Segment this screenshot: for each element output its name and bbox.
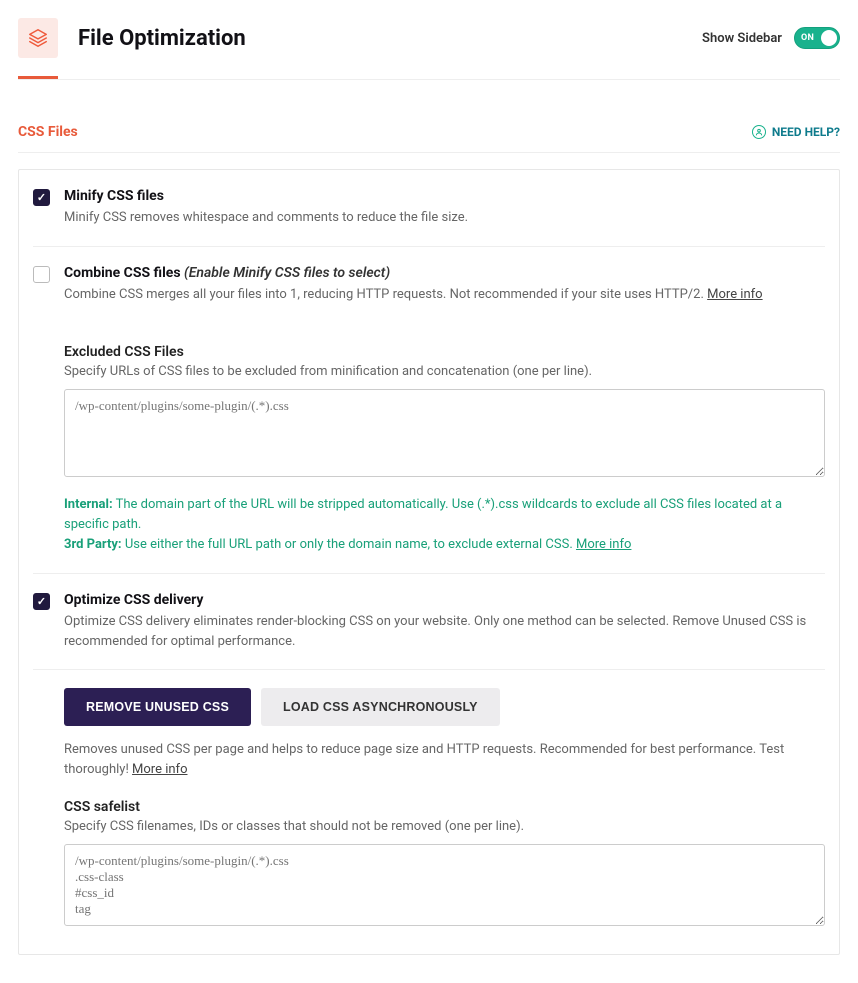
excluded-css-block: Excluded CSS Files Specify URLs of CSS f… [64,344,825,555]
excluded-more-info-link[interactable]: More info [576,537,631,552]
safelist-label: CSS safelist [64,799,825,815]
minify-css-title: Minify CSS files [64,188,825,204]
minify-css-checkbox[interactable] [33,189,50,206]
note-3rd-text: Use either the full URL path or only the… [122,537,576,552]
optimize-css-content: Optimize CSS delivery Optimize CSS deliv… [64,592,825,651]
need-help-label: NEED HELP? [772,125,840,139]
toggle-knob [821,30,837,46]
combine-css-title-suffix: (Enable Minify CSS files to select) [184,265,390,281]
combine-css-desc: Combine CSS merges all your files into 1… [64,285,825,305]
optimize-buttons: REMOVE UNUSED CSS LOAD CSS ASYNCHRONOUSL… [64,688,825,726]
combine-css-title-wrap: Combine CSS files (Enable Minify CSS fil… [64,265,825,281]
combine-css-row: Combine CSS files (Enable Minify CSS fil… [33,247,825,575]
header-left: File Optimization [18,18,246,58]
page-header: File Optimization Show Sidebar ON [18,18,840,58]
show-sidebar-label: Show Sidebar [702,31,782,46]
combine-css-checkbox[interactable] [33,266,50,283]
combine-css-title: Combine CSS files [64,265,181,281]
css-files-panel: Minify CSS files Minify CSS removes whit… [18,169,840,955]
optimize-css-sub: REMOVE UNUSED CSS LOAD CSS ASYNCHRONOUSL… [64,688,825,930]
excluded-css-label: Excluded CSS Files [64,344,825,360]
optimize-css-title: Optimize CSS delivery [64,592,825,608]
page-title: File Optimization [78,26,246,51]
note-internal-text: The domain part of the URL will be strip… [64,497,782,532]
combine-css-desc-text: Combine CSS merges all your files into 1… [64,287,707,302]
section-header: CSS Files NEED HELP? [18,124,840,153]
note-3rd-label: 3rd Party: [64,537,122,552]
excluded-css-note: Internal: The domain part of the URL wil… [64,495,825,555]
optimize-css-row: Optimize CSS delivery Optimize CSS deliv… [33,574,825,670]
section-title: CSS Files [18,124,78,140]
optimize-css-desc: Optimize CSS delivery eliminates render-… [64,612,825,651]
minify-css-desc: Minify CSS removes whitespace and commen… [64,208,825,228]
layers-icon [18,18,58,58]
optimize-css-checkbox[interactable] [33,593,50,610]
show-sidebar-toggle[interactable]: ON [794,27,840,49]
remove-unused-css-button[interactable]: REMOVE UNUSED CSS [64,688,251,726]
safelist-block: CSS safelist Specify CSS filenames, IDs … [64,799,825,930]
help-icon [752,125,766,139]
combine-css-content: Combine CSS files (Enable Minify CSS fil… [64,265,825,305]
safelist-desc: Specify CSS filenames, IDs or classes th… [64,819,825,834]
excluded-css-textarea[interactable] [64,389,825,477]
remove-unused-desc: Removes unused CSS per page and helps to… [64,740,825,779]
toggle-on-label: ON [801,33,814,43]
header-divider [18,79,840,80]
load-css-async-button[interactable]: LOAD CSS ASYNCHRONOUSLY [261,688,500,726]
minify-css-row: Minify CSS files Minify CSS removes whit… [33,170,825,247]
header-right: Show Sidebar ON [702,27,840,49]
safelist-textarea[interactable] [64,844,825,926]
remove-unused-more-info-link[interactable]: More info [132,762,187,777]
combine-more-info-link[interactable]: More info [707,287,762,302]
excluded-css-desc: Specify URLs of CSS files to be excluded… [64,364,825,379]
note-internal-label: Internal: [64,497,113,512]
minify-css-content: Minify CSS files Minify CSS removes whit… [64,188,825,228]
need-help-link[interactable]: NEED HELP? [752,125,840,139]
